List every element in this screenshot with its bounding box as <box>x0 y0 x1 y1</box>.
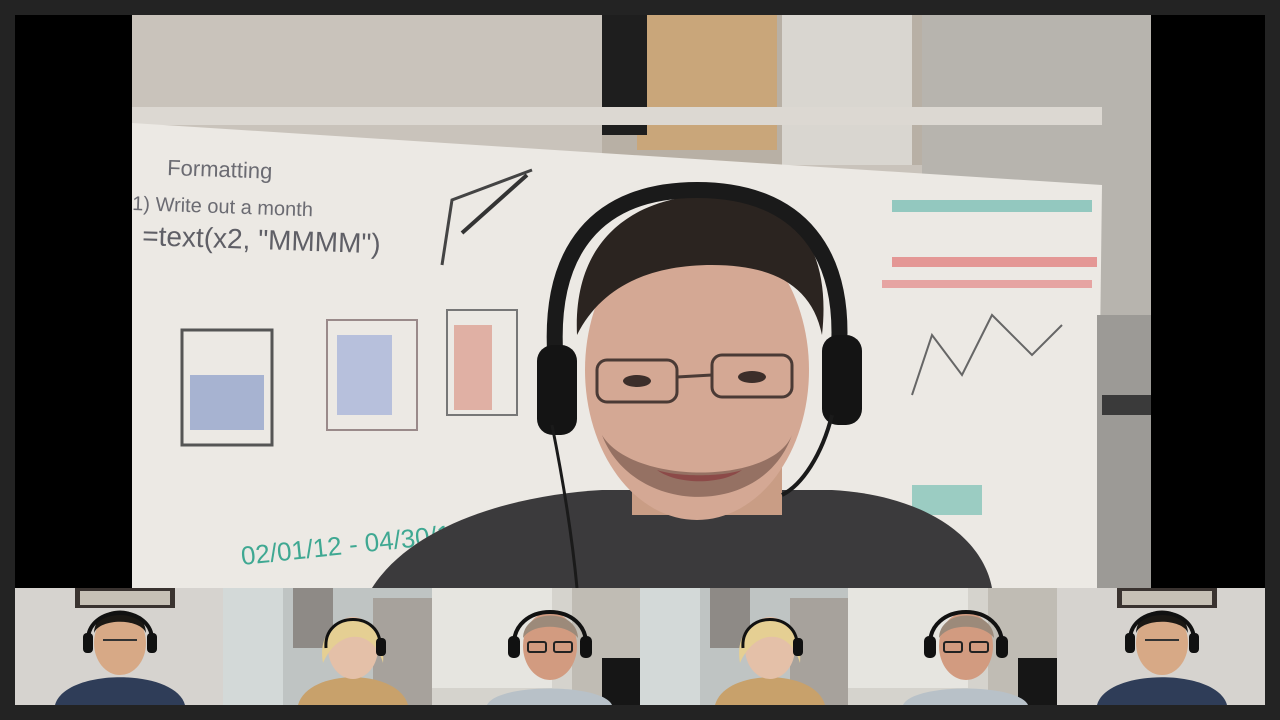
user-video-feed-icon <box>431 588 640 705</box>
participant-thumbnail-5[interactable] <box>848 588 1057 705</box>
user-video-feed-icon <box>223 588 432 705</box>
user-video-feed-icon <box>639 588 849 705</box>
main-video-image: Formatting 1) Write out a month =text(x2… <box>132 15 1151 588</box>
participant-thumbnail-1[interactable] <box>15 588 224 705</box>
participant-thumbnail-2[interactable] <box>223 588 432 705</box>
user-video-feed-icon <box>15 588 224 705</box>
main-stage: Formatting 1) Write out a month =text(x2… <box>15 15 1265 588</box>
user-video-feed-icon <box>848 588 1057 705</box>
participant-thumbnail-strip <box>15 588 1265 705</box>
user-video-feed-icon <box>1056 588 1265 705</box>
participant-thumbnail-4[interactable] <box>639 588 849 705</box>
participant-thumbnail-3[interactable] <box>431 588 640 705</box>
participant-thumbnail-6[interactable] <box>1056 588 1265 705</box>
main-video-feed[interactable]: Formatting 1) Write out a month =text(x2… <box>132 15 1151 588</box>
whiteboard-text-heading: Formatting <box>167 155 273 184</box>
video-call-window: Formatting 1) Write out a month =text(x2… <box>0 0 1280 720</box>
